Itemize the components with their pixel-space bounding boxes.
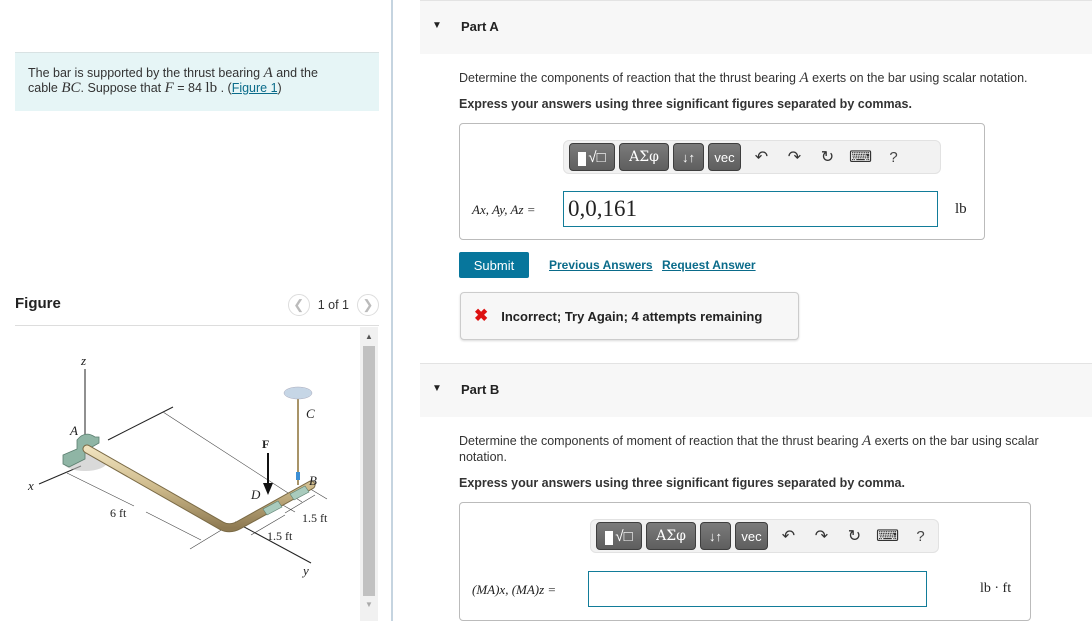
problem-text: cable [28, 81, 62, 95]
label-a: A [69, 423, 78, 438]
label-c: C [306, 406, 315, 421]
problem-text: = 84 [173, 81, 206, 95]
column-divider [391, 0, 393, 621]
chevron-left-icon: ❮ [293, 297, 305, 312]
prev-figure-button[interactable]: ❮ [287, 294, 310, 316]
scroll-down-arrow-icon[interactable]: ▼ [360, 595, 378, 613]
part-a-header[interactable]: ▼ Part A [420, 0, 1092, 54]
part-b-answer-label: (MA)x, (MA)z = [472, 582, 557, 597]
label-x: x [27, 478, 34, 493]
problem-text: ) [277, 81, 282, 95]
force-arrow-head [263, 483, 273, 495]
dimension-line [66, 472, 135, 507]
caret-down-icon: ▼ [432, 20, 442, 31]
part-a-unit: lb [955, 201, 967, 217]
part-a-prompt: Determine the components of reaction tha… [459, 70, 1079, 86]
symbol-a: A [862, 433, 872, 449]
dimension-line [145, 511, 202, 541]
scroll-thumb[interactable] [363, 346, 375, 596]
part-a-answer-label: Ax, Ay, Az = [472, 202, 536, 217]
redo-icon[interactable]: ↷ [805, 522, 838, 550]
chevron-right-icon: ❯ [362, 297, 374, 312]
figure-link[interactable]: Figure 1 [232, 81, 278, 95]
subscript-superscript-button[interactable]: ↓↑ [673, 143, 704, 171]
label-b: B [309, 473, 317, 488]
dimension-line [162, 411, 303, 503]
figure-title: Figure [15, 295, 61, 312]
prompt-text: Determine the components of reaction tha… [459, 71, 800, 85]
cable-link [296, 472, 300, 480]
keyboard-icon[interactable]: ⌨ [844, 143, 877, 171]
help-button[interactable]: ? [877, 143, 910, 171]
bar-diagram: z x y A B C D F 6 ft 1.5 ft 1.5 ft [27, 353, 328, 578]
part-b-answer-box: √□ ΑΣφ ↓↑ vec ↶ ↷ ↻ ⌨ ? (MA)x, (MA)z = l… [459, 502, 1031, 621]
prompt-text: exerts on the bar using scalar notation. [808, 71, 1028, 85]
request-answer-link[interactable]: Request Answer [662, 258, 756, 272]
greek-symbols-button[interactable]: ΑΣφ [619, 143, 669, 171]
part-a-instruction: Express your answers using three signifi… [459, 97, 912, 111]
figure-scrollbar[interactable]: ▲ ▼ [360, 327, 378, 621]
symbol-a: A [799, 70, 809, 86]
keyboard-icon[interactable]: ⌨ [871, 522, 904, 550]
scroll-up-arrow-icon[interactable]: ▲ [360, 327, 378, 345]
part-b-instruction: Express your answers using three signifi… [459, 476, 905, 490]
figure-pager: ❮ 1 of 1 ❯ [287, 294, 379, 316]
templates-button[interactable]: √□ [569, 143, 615, 171]
redo-icon[interactable]: ↷ [778, 143, 811, 171]
templates-button[interactable]: √□ [596, 522, 642, 550]
part-b-prompt: Determine the components of moment of re… [459, 433, 1074, 465]
problem-text: . ( [217, 81, 232, 95]
templates-sqrt-icon: √□ [605, 528, 633, 545]
cable-anchor-c [283, 386, 313, 400]
unit-lb: lb [205, 80, 218, 96]
label-z: z [80, 353, 86, 368]
undo-icon[interactable]: ↶ [772, 522, 805, 550]
reset-icon[interactable]: ↻ [811, 143, 844, 171]
feedback-message: ✖ Incorrect; Try Again; 4 attempts remai… [460, 292, 799, 340]
label-1-5ft-lower: 1.5 ft [267, 529, 293, 543]
part-b-answer-input[interactable] [588, 571, 927, 607]
problem-text: . Suppose that [80, 81, 165, 95]
label-6ft: 6 ft [110, 506, 127, 520]
part-b-title: Part B [461, 382, 500, 397]
part-a-answer-input[interactable]: 0,0,161 [563, 191, 938, 227]
problem-panel: The bar is supported by the thrust beari… [0, 0, 393, 621]
incorrect-x-icon: ✖ [474, 306, 489, 325]
vector-button[interactable]: vec [735, 522, 768, 550]
help-button[interactable]: ? [904, 522, 937, 550]
part-b-unit: lb · ft [980, 581, 1012, 596]
caret-down-icon: ▼ [432, 383, 442, 394]
vector-button[interactable]: vec [708, 143, 741, 171]
part-b-header[interactable]: ▼ Part B [420, 363, 1092, 417]
undo-icon[interactable]: ↶ [745, 143, 778, 171]
figure-header: Figure ❮ 1 of 1 ❯ [15, 294, 379, 326]
reset-icon[interactable]: ↻ [838, 522, 871, 550]
problem-statement: The bar is supported by the thrust beari… [15, 52, 379, 111]
problem-text: The bar is supported by the thrust beari… [28, 66, 264, 80]
subscript-superscript-button[interactable]: ↓↑ [700, 522, 731, 550]
pager-text: 1 of 1 [317, 298, 349, 312]
prompt-text: Determine the components of moment of re… [459, 434, 862, 448]
submit-button[interactable]: Submit [459, 252, 529, 278]
figure-viewport: z x y A B C D F 6 ft 1.5 ft 1.5 ft ▲ ▼ [15, 327, 379, 621]
symbol-f: F [164, 80, 174, 96]
templates-sqrt-icon: √□ [578, 149, 606, 166]
feedback-text: Incorrect; Try Again; 4 attempts remaini… [501, 308, 763, 324]
part-a-answer-box: √□ ΑΣφ ↓↑ vec ↶ ↷ ↻ ⌨ ? Ax, Ay, Az = 0,0… [459, 123, 985, 240]
problem-text: and the [272, 66, 318, 80]
part-a-math-toolbar: √□ ΑΣφ ↓↑ vec ↶ ↷ ↻ ⌨ ? [563, 140, 941, 174]
symbol-a: A [263, 65, 273, 81]
next-figure-button[interactable]: ❯ [357, 294, 379, 316]
previous-answers-link[interactable]: Previous Answers [549, 258, 653, 272]
label-1-5ft-upper: 1.5 ft [302, 511, 328, 525]
label-y: y [301, 563, 309, 578]
part-b-math-toolbar: √□ ΑΣφ ↓↑ vec ↶ ↷ ↻ ⌨ ? [590, 519, 939, 553]
label-d: D [250, 487, 261, 502]
label-f: F [262, 437, 269, 451]
symbol-bc: BC [61, 80, 81, 96]
greek-symbols-button[interactable]: ΑΣφ [646, 522, 696, 550]
part-a-title: Part A [461, 19, 499, 34]
